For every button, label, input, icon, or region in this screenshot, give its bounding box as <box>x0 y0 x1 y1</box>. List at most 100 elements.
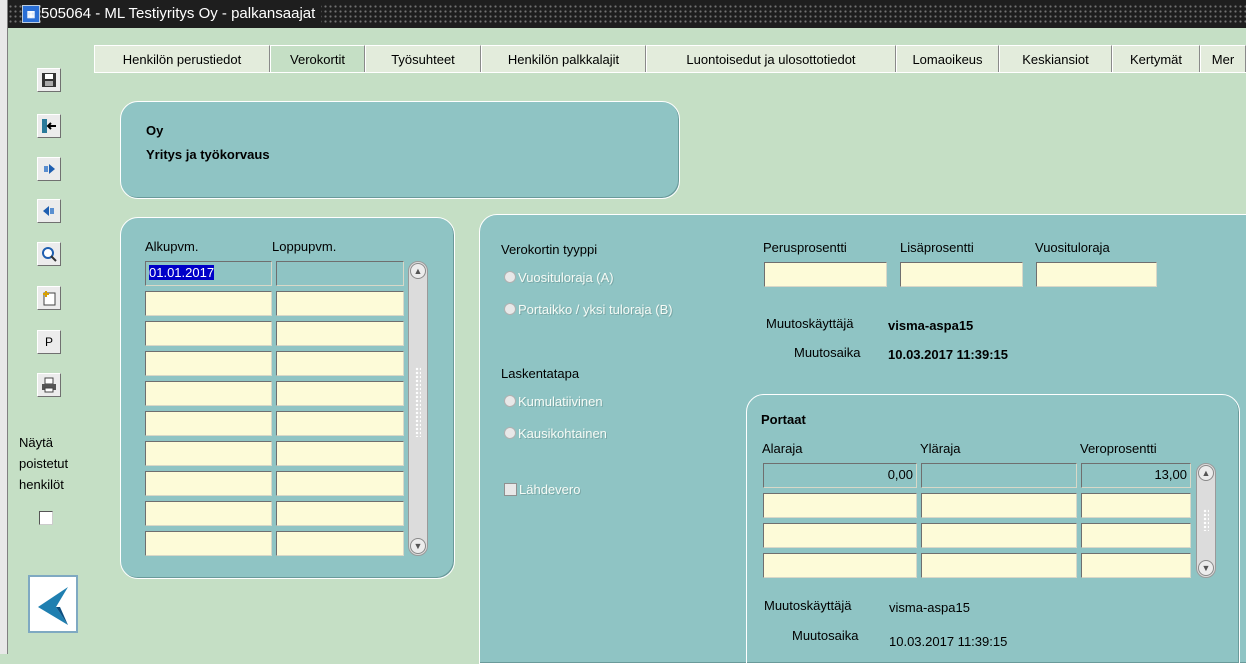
start-date-header: Alkupvm. <box>145 239 199 254</box>
annual-limit-label: Vuosituloraja <box>1035 240 1110 255</box>
radio-icon <box>504 395 516 407</box>
extra-percent-label: Lisäprosentti <box>900 240 974 255</box>
radio-icon <box>504 271 516 283</box>
modified-by-label: Muutoskäyttäjä <box>766 316 854 331</box>
end-date-field[interactable] <box>276 471 404 496</box>
period-radio[interactable]: Kausikohtainen <box>504 426 607 441</box>
scroll-down-arrow-icon[interactable]: ▼ <box>410 538 426 554</box>
start-date-field[interactable] <box>145 291 272 316</box>
tab-kertymat[interactable]: Kertymät <box>1112 45 1200 73</box>
show-deleted-label-2: poistetut <box>19 456 69 471</box>
tab-strip: Henkilön perustiedot Verokortit Työsuhte… <box>94 45 1246 75</box>
radio-icon <box>504 303 516 315</box>
company-name: Oy <box>146 123 164 138</box>
app-icon: ▦ <box>22 5 40 23</box>
steps-scrollbar[interactable]: ▲ ▼ <box>1196 463 1216 578</box>
show-deleted-label-3: henkilöt <box>19 477 64 492</box>
window-left-border <box>0 0 8 654</box>
start-date-field[interactable] <box>145 471 272 496</box>
start-date-field[interactable] <box>145 411 272 436</box>
tax-percent-field[interactable] <box>1081 523 1191 548</box>
upper-limit-field[interactable] <box>921 493 1077 518</box>
start-date-field[interactable] <box>145 351 272 376</box>
end-date-field[interactable] <box>276 531 404 556</box>
lower-limit-field[interactable] <box>763 493 917 518</box>
start-date-field[interactable]: 01.01.2017 <box>145 261 272 286</box>
floppy-disk-icon <box>41 72 57 88</box>
end-date-field[interactable] <box>276 321 404 346</box>
previous-button[interactable] <box>37 199 61 223</box>
end-date-field[interactable] <box>276 291 404 316</box>
tab-lomaoikeus[interactable]: Lomaoikeus <box>896 45 999 73</box>
new-record-button[interactable] <box>37 286 61 310</box>
show-deleted-label-1: Näytä <box>19 435 53 450</box>
save-button[interactable] <box>37 68 61 92</box>
title-bar[interactable]: ▦ 505064 - ML Testiyritys Oy - palkansaa… <box>8 0 1246 28</box>
end-date-field[interactable] <box>276 501 404 526</box>
calc-method-label: Laskentatapa <box>501 366 580 381</box>
scroll-up-arrow-icon[interactable]: ▲ <box>1198 465 1214 481</box>
tax-percent-field[interactable] <box>1081 493 1191 518</box>
lower-limit-field[interactable] <box>763 553 917 578</box>
tab-keskiansiot[interactable]: Keskiansiot <box>999 45 1112 73</box>
steps-modified-by-value: visma-aspa15 <box>885 592 1219 622</box>
tax-percent-field[interactable]: 13,00 <box>1081 463 1191 488</box>
annual-limit-field[interactable] <box>1036 262 1157 287</box>
search-button[interactable] <box>37 242 61 266</box>
dates-scrollbar[interactable]: ▲ ▼ <box>408 261 428 556</box>
start-date-field[interactable] <box>145 441 272 466</box>
scroll-grip[interactable] <box>415 367 421 437</box>
next-button[interactable] <box>37 157 61 181</box>
start-date-field[interactable] <box>145 531 272 556</box>
steps-modified-by-label: Muutoskäyttäjä <box>764 598 852 613</box>
extra-percent-field[interactable] <box>900 262 1023 287</box>
tax-percent-field[interactable] <box>1081 553 1191 578</box>
end-date-field[interactable] <box>276 381 404 406</box>
start-date-field[interactable] <box>145 381 272 406</box>
exit-button[interactable] <box>37 114 61 138</box>
application-window: ▦ 505064 - ML Testiyritys Oy - palkansaa… <box>0 0 1246 664</box>
base-percent-label: Perusprosentti <box>763 240 847 255</box>
arrow-right-icon <box>41 161 57 177</box>
type-a-radio[interactable]: Vuosituloraja (A) <box>504 270 614 285</box>
lower-limit-field[interactable] <box>763 523 917 548</box>
modified-at-value: 10.03.2017 11:39:15 <box>888 347 1008 362</box>
start-date-field[interactable] <box>145 501 272 526</box>
end-date-field[interactable] <box>276 261 404 286</box>
steps-modified-at-value: 10.03.2017 11:39:15 <box>885 625 1135 654</box>
scroll-up-arrow-icon[interactable]: ▲ <box>410 263 426 279</box>
scroll-grip[interactable] <box>1203 509 1209 531</box>
arrow-left-icon <box>41 203 57 219</box>
upper-limit-field[interactable] <box>921 463 1077 488</box>
end-date-field[interactable] <box>276 351 404 376</box>
p-button[interactable]: P <box>37 330 61 354</box>
cumulative-radio[interactable]: Kumulatiivinen <box>504 394 603 409</box>
upper-limit-field[interactable] <box>921 553 1077 578</box>
show-deleted-checkbox[interactable] <box>39 511 53 525</box>
tab-more[interactable]: Mer <box>1200 45 1246 73</box>
tab-verokortit[interactable]: Verokortit <box>270 45 365 75</box>
tab-henkilon-palkkalajit[interactable]: Henkilön palkkalajit <box>481 45 646 73</box>
steps-modified-at-label: Muutosaika <box>792 628 859 643</box>
end-date-field[interactable] <box>276 441 404 466</box>
end-date-field[interactable] <box>276 411 404 436</box>
company-panel: Oy Yritys ja työkorvaus <box>120 101 680 199</box>
tab-henkilon-perustiedot[interactable]: Henkilön perustiedot <box>94 45 270 73</box>
p-label: P <box>44 335 53 349</box>
upper-limit-field[interactable] <box>921 523 1077 548</box>
lower-limit-field[interactable]: 0,00 <box>763 463 917 488</box>
company-description: Yritys ja työkorvaus <box>146 147 270 162</box>
magnifier-icon <box>41 246 57 262</box>
tab-tyosuhteet[interactable]: Työsuhteet <box>365 45 481 73</box>
start-date-field[interactable] <box>145 321 272 346</box>
type-b-radio[interactable]: Portaikko / yksi tuloraja (B) <box>504 302 673 317</box>
print-button[interactable] <box>37 373 61 397</box>
base-percent-field[interactable] <box>764 262 887 287</box>
steps-title: Portaat <box>761 412 806 427</box>
radio-icon <box>504 427 516 439</box>
tab-luontoisedut[interactable]: Luontoisedut ja ulosottotiedot <box>646 45 896 73</box>
visma-logo <box>28 575 78 633</box>
exit-arrow-icon <box>41 118 57 134</box>
withholding-checkbox[interactable]: Lähdevero <box>504 482 580 497</box>
scroll-down-arrow-icon[interactable]: ▼ <box>1198 560 1214 576</box>
